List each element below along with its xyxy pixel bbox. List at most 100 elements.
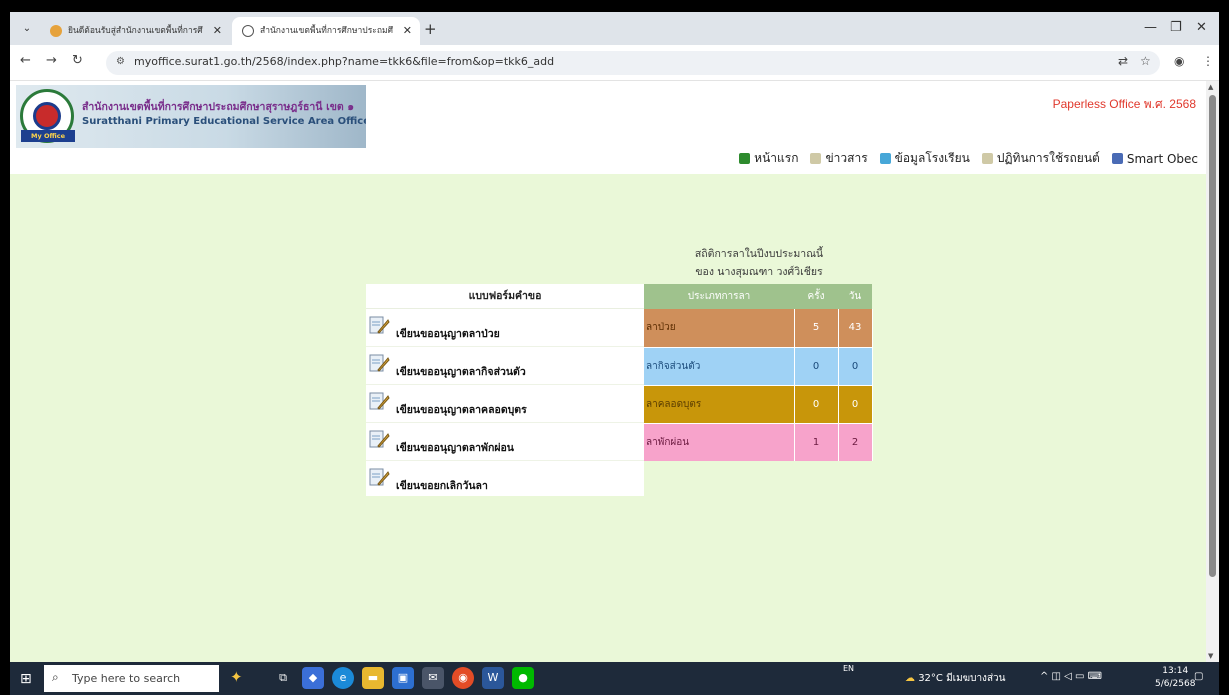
url-text[interactable]: myoffice.surat1.go.th/2568/index.php?nam… [134, 55, 554, 68]
write-document-icon [369, 392, 390, 410]
mail-icon[interactable]: ✉ [422, 667, 444, 689]
write-document-icon [369, 430, 390, 448]
nav-label: ข้อมูลโรงเรียน [894, 151, 970, 165]
logo-tag: My Office [21, 130, 75, 142]
address-bar[interactable]: ⚙ myoffice.surat1.go.th/2568/index.php?n… [106, 51, 1160, 75]
search-placeholder: Type here to search [72, 672, 181, 685]
nav-label: ปฏิทินการใช้รถยนต์ [996, 151, 1100, 165]
col-count: ครั้ง [794, 284, 838, 309]
home-icon [739, 153, 751, 164]
site-info-icon[interactable]: ⚙ [116, 56, 125, 67]
leave-stats-table: ประเภทการลา ครั้ง วัน ลาป่วย 5 43 ลากิจส… [644, 284, 873, 461]
site-favicon-icon [50, 25, 62, 37]
tab-welcome[interactable]: ยินดีต้อนรับสู่สำนักงานเขตพื้นที่การศึ ✕ [40, 17, 230, 45]
org-name-thai: สำนักงานเขตพื้นที่การศึกษาประถมศึกษาสุรา… [82, 101, 355, 113]
gem-icon [879, 153, 891, 164]
site-header: My Office สำนักงานเขตพื้นที่การศึกษาประถ… [10, 81, 1206, 174]
store-icon[interactable]: ▣ [392, 667, 414, 689]
new-tab-button[interactable]: + [424, 17, 437, 41]
tab-title: สำนักงานเขตพื้นที่การศึกษาประถมศึ [260, 26, 393, 36]
form-link-label: เขียนขอยกเลิกวันลา [396, 480, 488, 492]
folder-icon [810, 153, 822, 164]
address-toolbar: ← → ↻ ⚙ myoffice.surat1.go.th/2568/index… [10, 45, 1219, 81]
table-row: ลาพักผ่อน 1 2 [644, 423, 873, 461]
form-link-cancel-leave[interactable]: เขียนขอยกเลิกวันลา [366, 461, 644, 499]
profile-icon[interactable]: ◉ [1174, 54, 1184, 68]
paperless-title: Paperless Office พ.ศ. 2568 [1052, 97, 1196, 111]
forward-arrow-icon[interactable]: → [46, 53, 57, 68]
windows-taskbar: ⊞ ⌕ Type here to search ✦ ⧉ ◆ e ▬ ▣ ✉ ◉ … [10, 662, 1219, 695]
clock-date: 5/6/2568 [1155, 679, 1196, 689]
clock-time: 13:14 [1162, 666, 1189, 676]
write-document-icon [369, 354, 390, 372]
taskbar-search[interactable]: ⌕ Type here to search [44, 665, 219, 692]
back-arrow-icon[interactable]: ← [20, 53, 31, 68]
folder-icon [981, 153, 993, 164]
write-document-icon [369, 468, 390, 486]
tray-icons[interactable]: ^ ◫ ◁ ▭ ⌨ [1040, 671, 1102, 682]
leave-type: ลาคลอดบุตร [644, 385, 795, 424]
weather-icon: ☁ [905, 673, 915, 684]
leave-type: ลากิจส่วนตัว [644, 347, 795, 386]
nav-vehicle-calendar[interactable]: ปฏิทินการใช้รถยนต์ [981, 149, 1100, 168]
leave-count: 1 [794, 423, 839, 461]
menu-kebab-icon[interactable]: ⋮ [1202, 54, 1214, 68]
windows-start-icon[interactable]: ⊞ [20, 671, 32, 687]
close-tab-icon[interactable]: ✕ [403, 17, 412, 45]
nav-smart-obec[interactable]: Smart Obec [1111, 149, 1198, 168]
input-language[interactable]: EN [843, 664, 854, 673]
stats-owner: ของ นางสุมณฑา วงศ์วิเชียร [695, 266, 823, 278]
browser-window: ⌄ ยินดีต้อนรับสู่สำนักงานเขตพื้นที่การศึ… [10, 12, 1219, 695]
leave-days: 2 [838, 423, 873, 461]
close-tab-icon[interactable]: ✕ [213, 17, 222, 45]
line-app-icon[interactable]: ● [512, 667, 534, 689]
page-scrollbar[interactable]: ▲ ▼ [1206, 81, 1219, 662]
translate-icon[interactable]: ⇄ [1118, 54, 1128, 68]
search-icon: ⌕ [52, 670, 59, 684]
scroll-thumb[interactable] [1209, 95, 1216, 577]
form-link-personal-leave[interactable]: เขียนขออนุญาตลากิจส่วนตัว [366, 347, 644, 385]
minimize-icon[interactable]: — [1144, 16, 1157, 40]
weather-widget[interactable]: ☁ 32°C มีเมฆบางส่วน [905, 671, 1006, 686]
scroll-down-icon[interactable]: ▼ [1208, 652, 1213, 660]
scroll-up-icon[interactable]: ▲ [1208, 83, 1213, 91]
nav-label: Smart Obec [1126, 151, 1198, 166]
restore-icon[interactable]: ❐ [1170, 16, 1182, 40]
nav-home[interactable]: หน้าแรก [739, 149, 798, 168]
col-days: วัน [838, 284, 872, 309]
word-icon[interactable]: W [482, 667, 504, 689]
nav-school-info[interactable]: ข้อมูลโรงเรียน [879, 149, 970, 168]
bookmark-star-icon[interactable]: ☆ [1140, 54, 1151, 68]
tab-myoffice[interactable]: สำนักงานเขตพื้นที่การศึกษาประถมศึ ✕ [232, 17, 420, 45]
task-view-icon[interactable]: ⧉ [272, 667, 294, 689]
form-link-label: เขียนขออนุญาตลากิจส่วนตัว [396, 366, 526, 378]
office-seal-logo: My Office [20, 89, 75, 143]
form-link-maternity-leave[interactable]: เขียนขออนุญาตลาคลอดบุตร [366, 385, 644, 423]
tab-bar: ⌄ ยินดีต้อนรับสู่สำนักงานเขตพื้นที่การศึ… [10, 12, 1219, 45]
notification-icon[interactable]: ▢ [1194, 671, 1203, 682]
leave-count: 0 [794, 385, 839, 424]
site-logo-banner[interactable]: My Office สำนักงานเขตพื้นที่การศึกษาประถ… [16, 85, 366, 148]
book-icon [1111, 153, 1123, 164]
top-nav: หน้าแรก ข่าวสาร ข้อมูลโรงเรียน ปฏิทินการ… [739, 149, 1198, 168]
leave-stats-heading: สถิติการลาในปีงบประมาณนี้ ของ นางสุมณฑา … [644, 245, 874, 281]
form-link-label: เขียนขออนุญาตลาคลอดบุตร [396, 404, 527, 416]
edge-browser-icon[interactable]: e [332, 667, 354, 689]
window-close-icon[interactable]: ✕ [1196, 16, 1207, 40]
file-explorer-icon[interactable]: ▬ [362, 667, 384, 689]
tab-search-chevron-icon[interactable]: ⌄ [18, 20, 36, 38]
form-link-vacation-leave[interactable]: เขียนขออนุญาตลาพักผ่อน [366, 423, 644, 461]
copilot-icon[interactable]: ◆ [302, 667, 324, 689]
taskbar-clock[interactable]: 13:14 5/6/2568 [1155, 665, 1195, 691]
nav-news[interactable]: ข่าวสาร [810, 149, 868, 168]
search-highlight-icon[interactable]: ✦ [230, 668, 243, 686]
stats-title: สถิติการลาในปีงบประมาณนี้ [694, 248, 824, 260]
page-content: My Office สำนักงานเขตพื้นที่การศึกษาประถ… [10, 81, 1206, 662]
leave-days: 0 [838, 347, 873, 386]
org-name-english: Suratthani Primary Educational Service A… [82, 116, 366, 127]
leave-days: 0 [838, 385, 873, 424]
chrome-browser-icon[interactable]: ◉ [452, 667, 474, 689]
reload-icon[interactable]: ↻ [72, 53, 83, 68]
form-link-sick-leave[interactable]: เขียนขออนุญาตลาป่วย [366, 309, 644, 347]
tab-title: ยินดีต้อนรับสู่สำนักงานเขตพื้นที่การศึ [68, 26, 203, 36]
